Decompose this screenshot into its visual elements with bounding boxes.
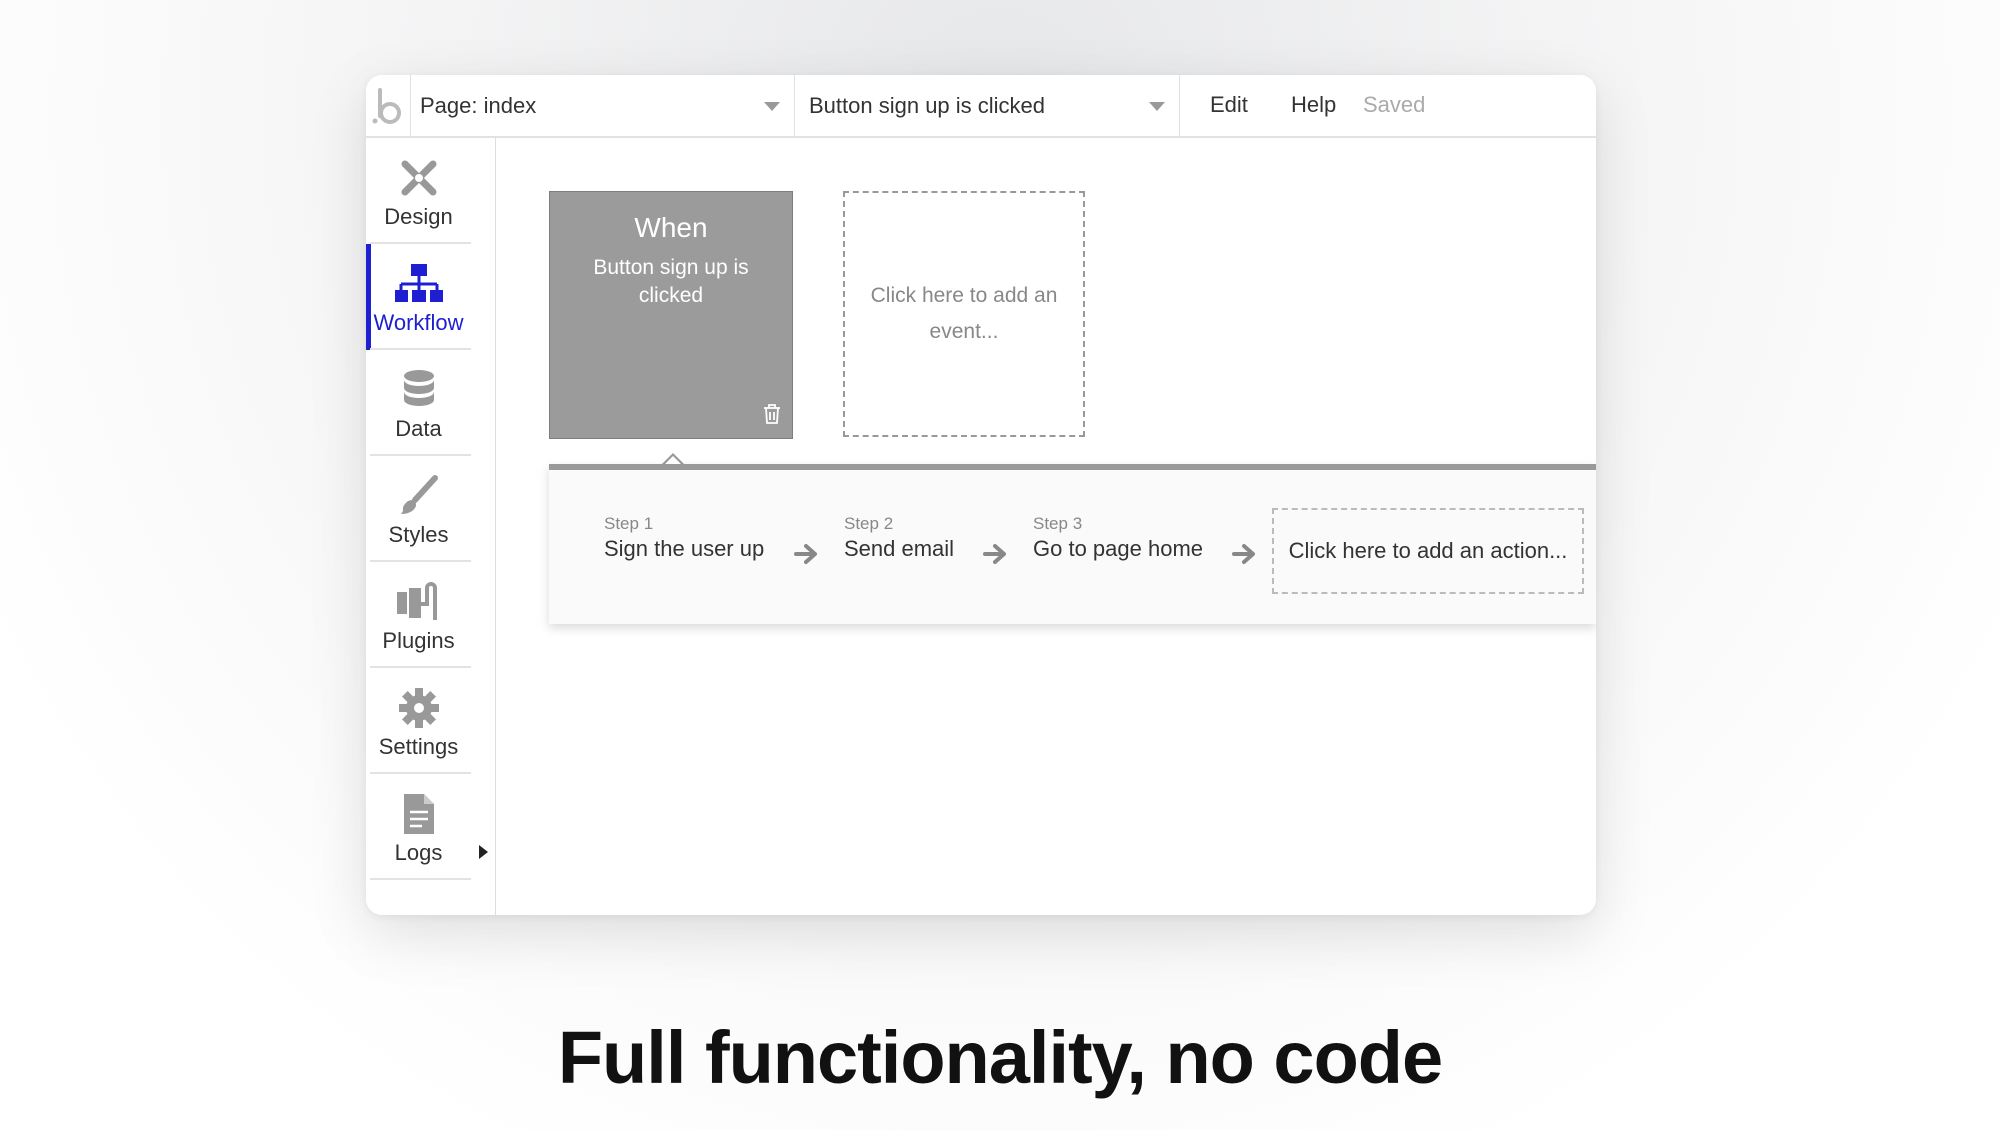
sidebar-item-label: Workflow xyxy=(373,310,464,335)
trash-icon[interactable] xyxy=(762,403,782,430)
headline: Full functionality, no code xyxy=(557,1016,1443,1099)
chevron-down-icon xyxy=(764,102,780,111)
add-action-label: Click here to add an action... xyxy=(1288,538,1568,563)
step-name: Go to page home xyxy=(1033,536,1204,561)
gear-icon xyxy=(398,686,440,730)
step-number: Step 1 xyxy=(604,514,654,533)
sidebar-item-label: Settings xyxy=(378,734,459,759)
top-bar: Page: index Button sign up is clicked Ed… xyxy=(366,75,1596,138)
step-number: Step 2 xyxy=(844,514,894,533)
step-name: Sign the user up xyxy=(604,536,765,561)
plug-icon xyxy=(395,580,443,624)
chevron-down-icon xyxy=(1149,102,1165,111)
caret-right-icon[interactable] xyxy=(479,845,488,859)
document-icon xyxy=(402,792,436,836)
step-number: Step 3 xyxy=(1033,514,1083,533)
sidebar-collapse-strip[interactable] xyxy=(471,138,496,915)
help-menu[interactable]: Help xyxy=(1291,92,1336,118)
sidebar-item-workflow[interactable]: Workflow xyxy=(366,244,471,350)
sidebar-item-label: Data xyxy=(395,416,442,441)
event-card-title: When xyxy=(634,212,708,243)
event-select[interactable]: Button sign up is clicked xyxy=(795,75,1180,136)
add-event-label: Click here to add an event... xyxy=(870,284,1058,343)
editor-window: Page: index Button sign up is clicked Ed… xyxy=(366,75,1596,915)
saved-status: Saved xyxy=(1363,92,1426,117)
sidebar-item-settings[interactable]: Settings xyxy=(366,668,471,774)
sidebar-item-logs[interactable]: Logs xyxy=(366,774,471,880)
sidebar-item-design[interactable]: Design xyxy=(366,138,471,244)
design-icon xyxy=(397,156,441,200)
sidebar: Design Workflow Data Styles Plugins Sett… xyxy=(366,138,472,915)
app-logo-icon[interactable] xyxy=(366,75,411,136)
event-card-when[interactable]: When Button sign up is clicked xyxy=(549,191,793,439)
page-select[interactable]: Page: index xyxy=(410,75,795,136)
add-event-card[interactable]: Click here to add an event... xyxy=(843,191,1085,437)
step-3[interactable]: Step 3 Go to page home xyxy=(1033,514,1203,562)
sidebar-item-label: Logs xyxy=(394,840,443,865)
page-select-label: Page: index xyxy=(420,92,537,118)
event-card-event: Button sign up is clicked xyxy=(593,256,749,307)
sidebar-item-plugins[interactable]: Plugins xyxy=(366,562,471,668)
workflow-steps-panel: Step 1 Sign the user up Step 2 Send emai… xyxy=(549,464,1596,624)
sidebar-item-data[interactable]: Data xyxy=(366,350,471,456)
event-select-label: Button sign up is clicked xyxy=(809,92,1046,118)
sidebar-item-styles[interactable]: Styles xyxy=(366,456,471,562)
step-1[interactable]: Step 1 Sign the user up xyxy=(604,514,764,562)
edit-menu[interactable]: Edit xyxy=(1210,92,1248,118)
add-action-button[interactable]: Click here to add an action... xyxy=(1272,508,1584,594)
panel-pointer-inner xyxy=(665,456,681,464)
sidebar-item-label: Design xyxy=(384,204,453,229)
database-icon xyxy=(401,368,437,412)
sidebar-item-label: Styles xyxy=(388,522,449,547)
arrow-right-icon xyxy=(983,542,1009,571)
arrow-right-icon xyxy=(1232,542,1258,571)
arrow-right-icon xyxy=(794,542,820,571)
step-name: Send email xyxy=(844,536,955,561)
step-2[interactable]: Step 2 Send email xyxy=(844,514,954,562)
brush-icon xyxy=(397,474,441,518)
sidebar-item-label: Plugins xyxy=(382,628,455,653)
workflow-icon xyxy=(394,262,443,306)
